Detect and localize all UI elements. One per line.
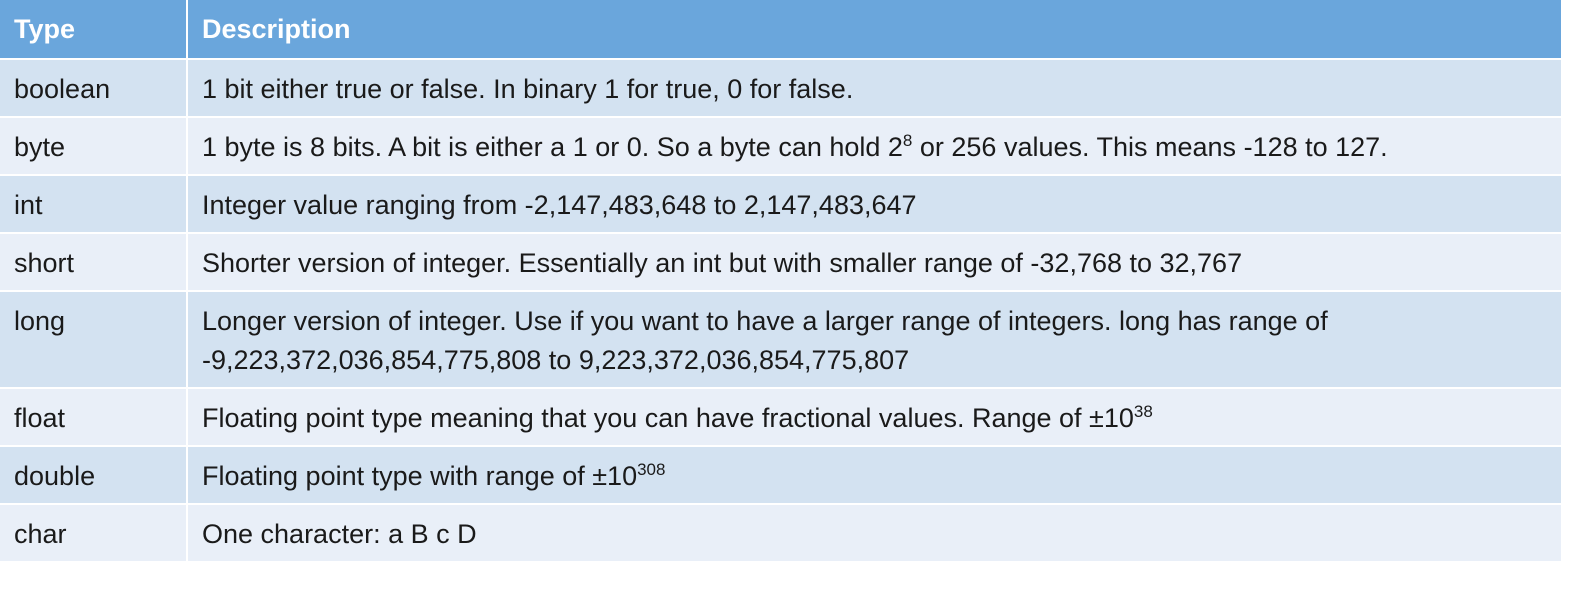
description-text: 1 bit either true or false. In binary 1 … — [202, 74, 854, 104]
type-cell: short — [0, 233, 188, 292]
description-text: Longer version of integer. Use if you wa… — [202, 306, 1328, 375]
data-types-table: Type Description boolean 1 bit either tr… — [0, 0, 1563, 563]
type-cell: int — [0, 175, 188, 234]
superscript: 38 — [1133, 402, 1153, 421]
superscript: 8 — [902, 131, 913, 150]
description-cell: Shorter version of integer. Essentially … — [187, 233, 1563, 292]
table-row: int Integer value ranging from -2,147,48… — [0, 175, 1563, 234]
description-text: One character: a B c D — [202, 519, 477, 549]
description-cell: Floating point type meaning that you can… — [187, 388, 1563, 447]
header-type: Type — [0, 0, 188, 60]
type-cell: char — [0, 504, 188, 563]
table-row: double Floating point type with range of… — [0, 446, 1563, 505]
description-cell: 1 bit either true or false. In binary 1 … — [187, 59, 1563, 118]
description-cell: Integer value ranging from -2,147,483,64… — [187, 175, 1563, 234]
type-cell: double — [0, 446, 188, 505]
description-text: Floating point type meaning that you can… — [202, 403, 1134, 433]
superscript: 308 — [637, 460, 666, 479]
table-row: boolean 1 bit either true or false. In b… — [0, 59, 1563, 118]
data-types-table-wrapper: Type Description boolean 1 bit either tr… — [0, 0, 1563, 563]
description-cell: 1 byte is 8 bits. A bit is either a 1 or… — [187, 117, 1563, 176]
table-row: short Shorter version of integer. Essent… — [0, 233, 1563, 292]
description-text: Integer value ranging from -2,147,483,64… — [202, 190, 917, 220]
type-cell: byte — [0, 117, 188, 176]
description-cell: Longer version of integer. Use if you wa… — [187, 291, 1563, 389]
description-cell: One character: a B c D — [187, 504, 1563, 563]
table-header-row: Type Description — [0, 0, 1563, 60]
table-row: byte 1 byte is 8 bits. A bit is either a… — [0, 117, 1563, 176]
type-cell: boolean — [0, 59, 188, 118]
type-cell: float — [0, 388, 188, 447]
description-text: 1 byte is 8 bits. A bit is either a 1 or… — [202, 132, 903, 162]
description-cell: Floating point type with range of ±10308 — [187, 446, 1563, 505]
table-row: float Floating point type meaning that y… — [0, 388, 1563, 447]
header-description: Description — [187, 0, 1563, 60]
description-text-continued: or 256 values. This means -128 to 127. — [912, 132, 1388, 162]
type-cell: long — [0, 291, 188, 389]
description-text: Floating point type with range of ±10 — [202, 461, 638, 491]
description-text: Shorter version of integer. Essentially … — [202, 248, 1243, 278]
table-row: char One character: a B c D — [0, 504, 1563, 563]
table-row: long Longer version of integer. Use if y… — [0, 291, 1563, 389]
